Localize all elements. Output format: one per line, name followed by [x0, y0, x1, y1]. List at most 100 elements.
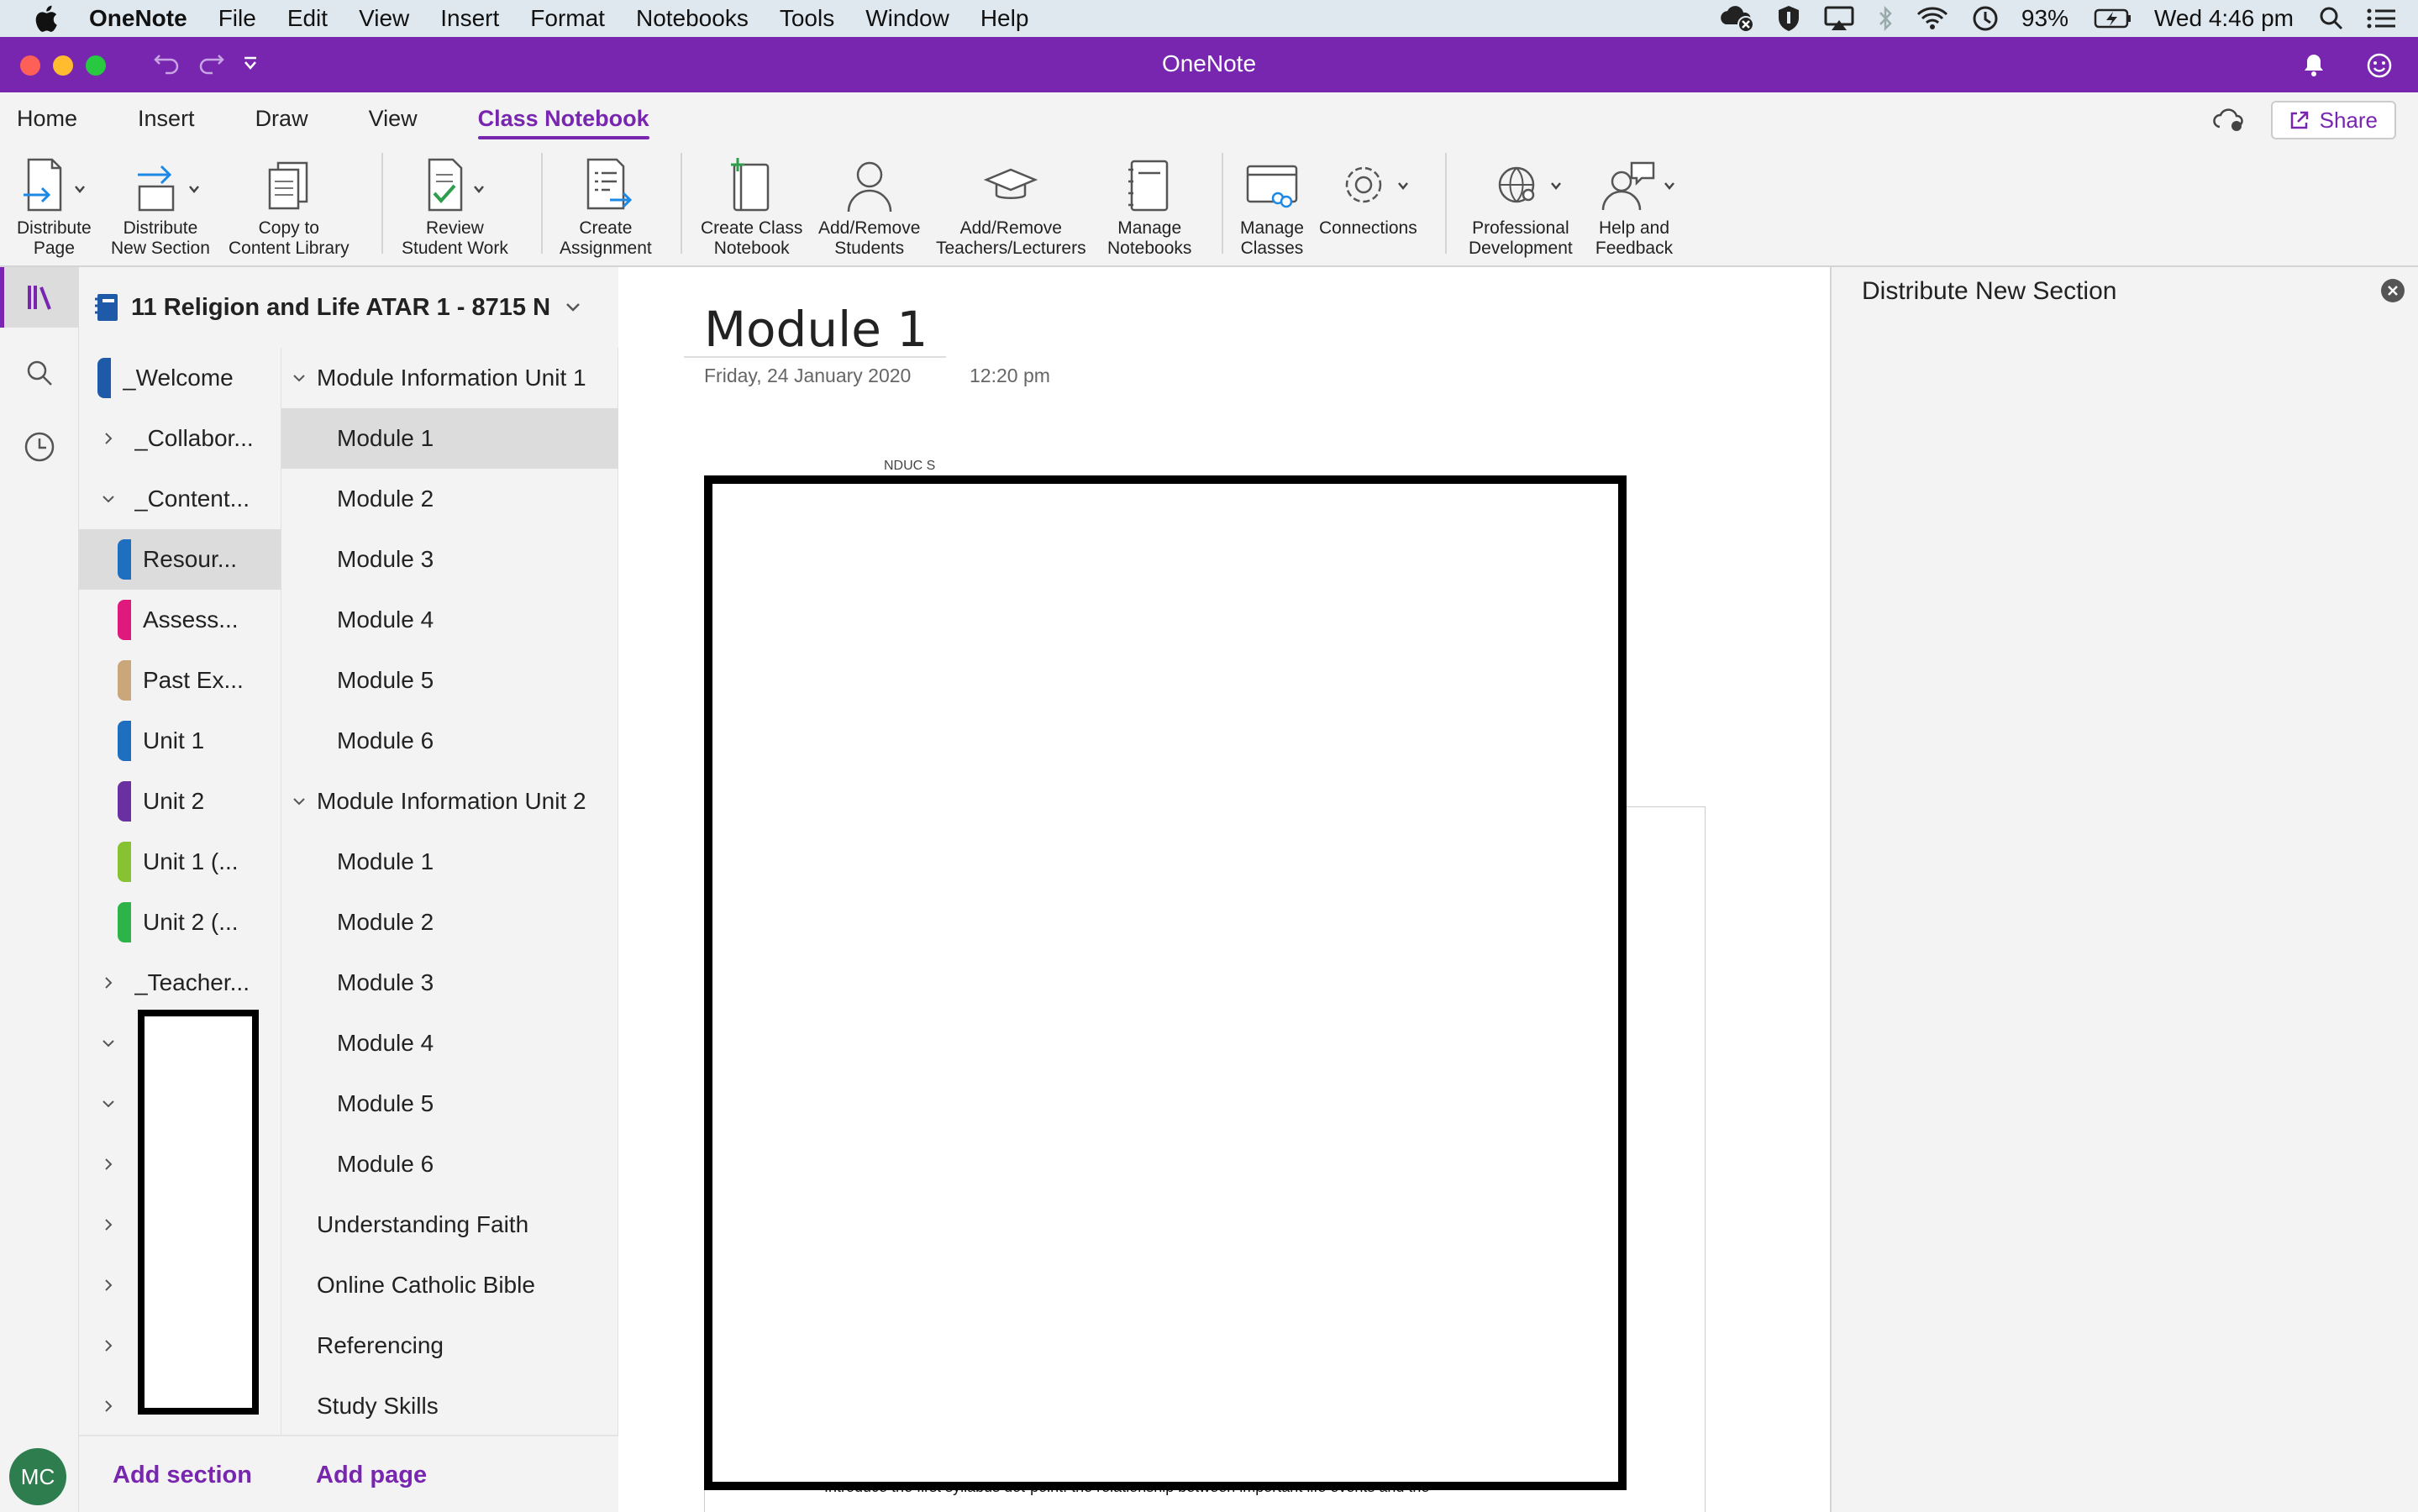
- shield-icon[interactable]: [1776, 4, 1801, 33]
- page-canvas[interactable]: Module 1 Friday, 24 January 2020 12:20 p…: [618, 267, 1830, 1512]
- tab-draw[interactable]: Draw: [255, 92, 308, 144]
- clock[interactable]: Wed 4:46 pm: [2154, 5, 2294, 32]
- menu-format[interactable]: Format: [530, 5, 605, 32]
- airplay-icon[interactable]: [1823, 5, 1855, 32]
- add-page-button[interactable]: Add page: [316, 1462, 427, 1489]
- tab-view[interactable]: View: [369, 92, 418, 144]
- connections-button[interactable]: Connections: [1319, 153, 1417, 239]
- menu-view[interactable]: View: [359, 5, 409, 32]
- notification-center-icon[interactable]: [2366, 7, 2396, 30]
- tab-home[interactable]: Home: [17, 92, 77, 144]
- chevron-right-icon[interactable]: [101, 1399, 116, 1414]
- distribute-page-button[interactable]: Distribute Page: [17, 153, 92, 259]
- smiley-feedback-icon[interactable]: [2366, 52, 2393, 79]
- tab-class-notebook[interactable]: Class Notebook: [477, 92, 649, 144]
- page-item[interactable]: Referencing: [281, 1315, 619, 1376]
- page-group[interactable]: Module Information Unit 2: [281, 771, 619, 832]
- section-item[interactable]: Unit 2 (...: [79, 892, 281, 953]
- copy-to-content-library-button[interactable]: Copy to Content Library: [229, 153, 350, 259]
- page-item[interactable]: Module 4: [281, 590, 619, 650]
- recent-nav-button[interactable]: [0, 417, 79, 477]
- manage-classes-button[interactable]: Manage Classes: [1240, 153, 1304, 259]
- review-student-work-button[interactable]: Review Student Work: [402, 153, 508, 259]
- section-group[interactable]: _Teacher...: [79, 953, 281, 1013]
- section-item[interactable]: Unit 1 (...: [79, 832, 281, 892]
- section-item[interactable]: Assess...: [79, 590, 281, 650]
- chevron-right-icon[interactable]: [101, 1338, 116, 1353]
- clock-icon: [24, 432, 55, 462]
- create-class-notebook-button[interactable]: Create Class Notebook: [701, 153, 802, 259]
- menu-insert[interactable]: Insert: [440, 5, 499, 32]
- help-and-feedback-button[interactable]: Help and Feedback: [1588, 153, 1680, 259]
- page-group[interactable]: Module Information Unit 1: [281, 348, 619, 408]
- app-menu-name[interactable]: OneNote: [89, 5, 187, 32]
- menu-tools[interactable]: Tools: [780, 5, 834, 32]
- close-pane-button[interactable]: [2381, 279, 2405, 302]
- time-machine-icon[interactable]: [1971, 4, 2000, 33]
- page-item[interactable]: Module 6: [281, 1134, 619, 1194]
- search-nav-button[interactable]: [0, 343, 79, 403]
- chevron-down-icon[interactable]: [101, 491, 116, 507]
- chevron-right-icon[interactable]: [101, 1157, 116, 1172]
- sync-status-icon[interactable]: [2212, 107, 2246, 134]
- page-item[interactable]: Online Catholic Bible: [281, 1255, 619, 1315]
- section-group[interactable]: _Collabor...: [79, 408, 281, 469]
- create-assignment-button[interactable]: Create Assignment: [560, 153, 652, 259]
- professional-development-button[interactable]: Professional Development: [1469, 153, 1573, 259]
- add-remove-teachers-button[interactable]: Add/Remove Teachers/Lecturers: [936, 153, 1086, 259]
- page-item[interactable]: Module 1: [281, 832, 619, 892]
- manage-notebooks-button[interactable]: Manage Notebooks: [1107, 153, 1191, 259]
- page-item[interactable]: Module 2: [281, 469, 619, 529]
- page-item[interactable]: Module 4: [281, 1013, 619, 1074]
- spotlight-search-icon[interactable]: [2319, 6, 2344, 31]
- share-button[interactable]: Share: [2270, 101, 2396, 139]
- section-item[interactable]: Past Ex...: [79, 650, 281, 711]
- notifications-bell-icon[interactable]: [2302, 52, 2326, 77]
- chevron-right-icon[interactable]: [101, 431, 116, 446]
- chevron-right-icon[interactable]: [101, 975, 116, 990]
- add-section-button[interactable]: Add section: [113, 1462, 252, 1489]
- menu-edit[interactable]: Edit: [287, 5, 328, 32]
- menu-notebooks[interactable]: Notebooks: [636, 5, 749, 32]
- chevron-right-icon[interactable]: [101, 1217, 116, 1232]
- page-item[interactable]: Module 6: [281, 711, 619, 771]
- section-item[interactable]: Resour...: [79, 529, 281, 590]
- section-item[interactable]: Unit 1: [79, 711, 281, 771]
- chevron-down-icon[interactable]: [292, 370, 307, 386]
- onedrive-sync-icon[interactable]: [1717, 4, 1754, 33]
- battery-percent[interactable]: 93%: [2021, 5, 2068, 32]
- battery-charging-icon[interactable]: [2094, 8, 2132, 29]
- menu-file[interactable]: File: [218, 5, 256, 32]
- section-group[interactable]: _Content...: [79, 469, 281, 529]
- page-item[interactable]: Module 2: [281, 892, 619, 953]
- add-remove-students-button[interactable]: Add/Remove Students: [818, 153, 920, 259]
- distribute-new-section-button[interactable]: Distribute New Section: [111, 153, 210, 259]
- chevron-down-icon[interactable]: [101, 1096, 116, 1111]
- library-icon: [28, 286, 51, 310]
- page-title[interactable]: Module 1: [704, 301, 928, 358]
- notebook-selector[interactable]: 11 Religion and Life ATAR 1 - 8715 N...: [79, 267, 618, 348]
- page-item[interactable]: Module 5: [281, 650, 619, 711]
- avatar[interactable]: MC: [9, 1448, 66, 1505]
- chevron-right-icon[interactable]: [101, 1278, 116, 1293]
- page-item[interactable]: Module 3: [281, 529, 619, 590]
- page-item[interactable]: Understanding Faith: [281, 1194, 619, 1255]
- section-item[interactable]: Unit 2: [79, 771, 281, 832]
- chevron-down-icon[interactable]: [292, 794, 307, 809]
- apple-icon[interactable]: [32, 3, 59, 34]
- wifi-icon[interactable]: [1916, 6, 1949, 31]
- menu-help[interactable]: Help: [980, 5, 1029, 32]
- tab-insert[interactable]: Insert: [138, 92, 195, 144]
- chevron-down-icon[interactable]: [101, 1036, 116, 1051]
- page-item[interactable]: Module 3: [281, 953, 619, 1013]
- page-item[interactable]: Module 1: [281, 408, 619, 469]
- notebook-icon: [95, 294, 118, 321]
- page-item[interactable]: Study Skills: [281, 1376, 619, 1436]
- menu-window[interactable]: Window: [865, 5, 949, 32]
- section-item[interactable]: _Welcome: [79, 348, 281, 408]
- bluetooth-icon[interactable]: [1877, 5, 1894, 32]
- page-item[interactable]: Module 5: [281, 1074, 619, 1134]
- chevron-down-icon[interactable]: [563, 297, 583, 318]
- navigation-rail: MC: [0, 267, 79, 1512]
- notebooks-nav-button[interactable]: [0, 267, 79, 328]
